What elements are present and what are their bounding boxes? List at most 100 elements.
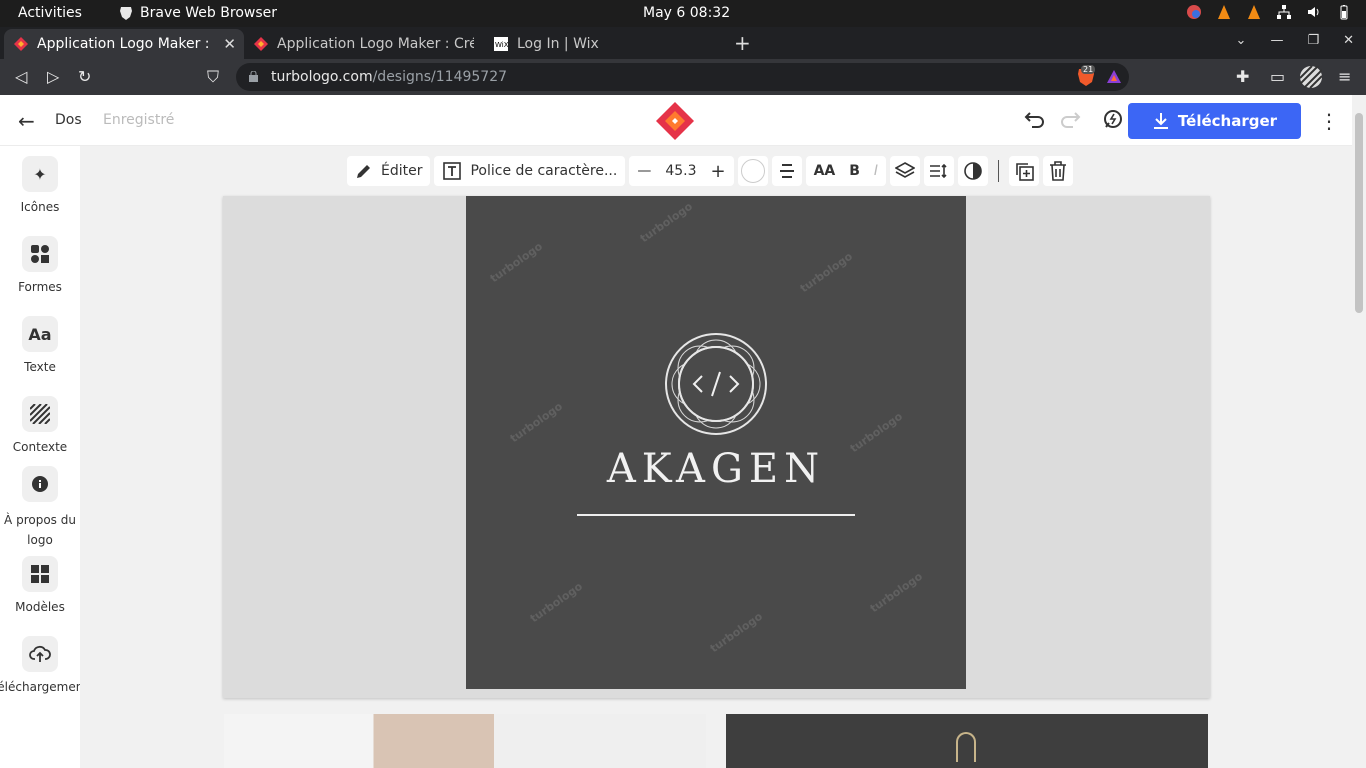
- tab-logo-maker[interactable]: Application Logo Maker : Crée: [244, 29, 484, 59]
- pencil-icon: [357, 165, 370, 178]
- sidebar-item-upload[interactable]: Téléchargement: [0, 636, 88, 694]
- activities-button[interactable]: Activities: [18, 5, 82, 21]
- info-icon: [22, 466, 58, 502]
- font-size-value[interactable]: 45.3: [665, 163, 696, 179]
- tab-wix-login[interactable]: WiX Log In | Wix: [484, 29, 720, 59]
- extensions-icon[interactable]: ✚: [1236, 67, 1249, 86]
- sidebar-item-background[interactable]: Contexte: [0, 396, 80, 454]
- url-host: turbologo.com: [271, 69, 373, 85]
- toolbar-divider: [998, 160, 1000, 182]
- italic-button[interactable]: I: [874, 163, 878, 179]
- align-button[interactable]: [771, 156, 802, 186]
- url-path: /designs/11495727: [372, 69, 508, 85]
- sidebar-item-text[interactable]: Aa Texte: [0, 316, 80, 374]
- sidebar-item-icons[interactable]: ✦ Icônes: [0, 156, 80, 214]
- editor-workspace: Éditer Police de caractère... — 45.3 + A…: [80, 146, 1352, 768]
- tab-title: Application Logo Maker : Crée: [277, 36, 474, 52]
- template-thumbnail[interactable]: [224, 714, 706, 768]
- clock[interactable]: May 6 08:32: [643, 5, 730, 21]
- profile-avatar-icon[interactable]: [1300, 66, 1322, 88]
- more-options-icon[interactable]: ⋮: [1319, 109, 1339, 133]
- sidebar-item-shapes[interactable]: Formes: [0, 236, 80, 294]
- svg-text:WiX: WiX: [495, 41, 508, 49]
- decrease-size-icon[interactable]: —: [637, 163, 651, 179]
- increase-size-icon[interactable]: +: [710, 161, 725, 182]
- page-scrollbar[interactable]: [1352, 95, 1366, 768]
- chrome-app-icon[interactable]: [1186, 4, 1202, 20]
- wallet-icon[interactable]: ▭: [1270, 67, 1285, 86]
- vlc-icon[interactable]: [1216, 4, 1232, 20]
- text-icon: Aa: [22, 316, 58, 352]
- upload-icon: [22, 636, 58, 672]
- bookmark-icon[interactable]: ⛉: [207, 67, 219, 87]
- code-emblem-icon[interactable]: [664, 332, 768, 436]
- redo-icon[interactable]: [1059, 108, 1081, 130]
- color-swatch: [740, 159, 765, 183]
- logo-artboard[interactable]: turbologo turbologo turbologo turbologo …: [466, 196, 966, 689]
- battery-icon[interactable]: [1336, 4, 1352, 20]
- turbologo-logo-icon[interactable]: [655, 101, 695, 141]
- delete-button[interactable]: [1043, 156, 1074, 186]
- bold-button[interactable]: B: [849, 163, 860, 179]
- back-nav-icon[interactable]: ◁: [15, 67, 27, 86]
- volume-icon[interactable]: [1306, 4, 1322, 20]
- watermark: turbologo: [507, 399, 565, 446]
- font-selector[interactable]: Police de caractère...: [434, 156, 626, 186]
- brave-rewards-icon[interactable]: [1105, 68, 1123, 86]
- browser-menu-icon[interactable]: ≡: [1338, 67, 1351, 86]
- lock-icon[interactable]: [249, 71, 258, 82]
- scroll-thumb[interactable]: [1355, 113, 1363, 313]
- close-tab-icon[interactable]: ✕: [223, 35, 236, 53]
- sidebar-item-label: Modèles: [15, 600, 65, 614]
- app-menu[interactable]: Brave Web Browser: [118, 5, 277, 21]
- duplicate-button[interactable]: [1009, 156, 1040, 186]
- hanger-hook-icon: [956, 732, 976, 762]
- address-bar[interactable]: turbologo.com/designs/11495727: [236, 63, 1129, 91]
- app-name: Brave Web Browser: [140, 5, 277, 21]
- trash-icon: [1050, 161, 1067, 181]
- uppercase-button[interactable]: AA: [814, 163, 836, 179]
- undo-icon[interactable]: [1024, 108, 1046, 130]
- reload-icon[interactable]: ↻: [78, 67, 91, 86]
- chat-help-icon[interactable]: [1102, 108, 1124, 130]
- font-size-stepper: — 45.3 +: [629, 156, 734, 186]
- back-label[interactable]: Dos: [55, 112, 82, 128]
- sidebar-item-label: Formes: [18, 280, 62, 294]
- turbologo-favicon-icon: [14, 37, 28, 51]
- duplicate-icon: [1016, 163, 1034, 181]
- turbologo-favicon-icon: [254, 37, 268, 51]
- shield-count-badge: 21: [1081, 65, 1096, 74]
- back-arrow-icon[interactable]: ←: [18, 109, 35, 133]
- brand-underline[interactable]: [577, 514, 855, 516]
- forward-nav-icon[interactable]: ▷: [47, 67, 59, 86]
- align-center-icon: [779, 164, 794, 178]
- network-icon[interactable]: [1276, 4, 1292, 20]
- sidebar-item-templates[interactable]: Modèles: [0, 556, 80, 614]
- download-label: Télécharger: [1177, 112, 1278, 130]
- minimize-icon[interactable]: —: [1270, 33, 1283, 48]
- tab-strip: Application Logo Maker : C ✕ Application…: [0, 27, 1366, 59]
- text-frame-icon: [443, 162, 462, 180]
- sparkle-icon: ✦: [22, 156, 58, 192]
- sidebar-item-about[interactable]: À propos du logo: [0, 466, 80, 550]
- spacing-button[interactable]: [924, 156, 955, 186]
- canvas-area: turbologo turbologo turbologo turbologo …: [223, 196, 1210, 698]
- maximize-icon[interactable]: ❐: [1307, 33, 1319, 48]
- template-thumbnail[interactable]: [726, 714, 1208, 768]
- watermark: turbologo: [487, 239, 545, 286]
- text-style-group: AA B I: [805, 156, 887, 186]
- download-button[interactable]: Télécharger: [1128, 103, 1301, 139]
- layers-button[interactable]: [890, 156, 921, 186]
- new-tab-icon[interactable]: +: [734, 31, 751, 55]
- brand-name-text[interactable]: AKAGEN: [466, 446, 966, 492]
- left-sidebar: ✦ Icônes Formes Aa Texte Contexte À prop…: [0, 146, 88, 768]
- close-window-icon[interactable]: ✕: [1343, 33, 1354, 48]
- opacity-button[interactable]: [958, 156, 989, 186]
- templates-icon: [22, 556, 58, 592]
- tab-logo-maker-active[interactable]: Application Logo Maker : C ✕: [4, 29, 244, 59]
- text-color-picker[interactable]: [737, 156, 768, 186]
- vlc-icon[interactable]: [1246, 4, 1262, 20]
- tab-search-chevron-icon[interactable]: ⌄: [1236, 33, 1247, 48]
- edit-button[interactable]: Éditer: [347, 156, 431, 186]
- watermark: turbologo: [707, 609, 765, 656]
